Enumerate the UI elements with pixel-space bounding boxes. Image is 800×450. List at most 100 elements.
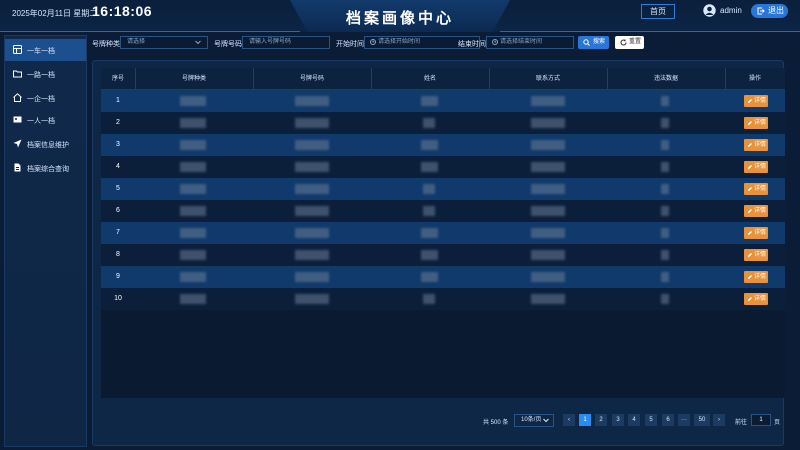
document-icon bbox=[14, 163, 21, 172]
redacted-plate-type bbox=[180, 206, 206, 216]
row-index: 1 bbox=[116, 97, 120, 104]
redacted-plate-number bbox=[295, 118, 329, 128]
detail-button[interactable]: 详情 bbox=[744, 249, 768, 261]
plate-type-label: 号牌种类 bbox=[92, 41, 120, 48]
redacted-plate-number bbox=[295, 250, 329, 260]
goto-label: 前往 bbox=[735, 420, 748, 426]
page-button-50[interactable]: 50 bbox=[694, 414, 710, 426]
detail-button[interactable]: 详情 bbox=[744, 227, 768, 239]
logout-button[interactable]: 退出 bbox=[751, 4, 788, 18]
redacted-violations bbox=[661, 206, 669, 216]
page-size-select[interactable]: 10条/页 bbox=[514, 414, 554, 427]
detail-label: 详情 bbox=[754, 164, 767, 170]
redacted-name bbox=[421, 96, 438, 106]
edit-icon bbox=[748, 209, 752, 213]
sidebar-item-file-maintenance[interactable]: 档案信息维护 bbox=[5, 133, 86, 155]
page-button-5[interactable]: 5 bbox=[645, 414, 657, 426]
sidebar-item-label: 档案信息维护 bbox=[27, 142, 69, 149]
edit-icon bbox=[748, 297, 752, 301]
detail-button[interactable]: 详情 bbox=[744, 183, 768, 195]
redacted-contact bbox=[531, 118, 565, 128]
page-ellipsis-button[interactable]: ··· bbox=[678, 414, 690, 426]
sidebar-item-person-file[interactable]: 一人一档 bbox=[5, 109, 86, 131]
table-row: 8 详情 bbox=[101, 244, 785, 266]
redacted-plate-type bbox=[180, 140, 206, 150]
detail-button[interactable]: 详情 bbox=[744, 117, 768, 129]
sidebar: 一车一档 一路一档 一企一档 一人一档 档案信息维护 档案综合查询 bbox=[4, 35, 87, 447]
user-name: admin bbox=[720, 6, 742, 15]
chevron-down-icon bbox=[543, 418, 549, 423]
row-index: 4 bbox=[116, 163, 120, 170]
redacted-contact bbox=[531, 206, 565, 216]
row-index: 8 bbox=[116, 251, 120, 258]
send-icon bbox=[13, 139, 22, 148]
redacted-plate-number bbox=[295, 228, 329, 238]
page-button-3[interactable]: 3 bbox=[612, 414, 624, 426]
reset-button[interactable]: 重置 bbox=[615, 36, 644, 49]
refresh-icon bbox=[620, 39, 627, 46]
detail-label: 详情 bbox=[754, 120, 767, 126]
redacted-name bbox=[421, 228, 438, 238]
avatar-icon[interactable] bbox=[703, 4, 716, 17]
redacted-plate-type bbox=[180, 162, 206, 172]
plate-number-input[interactable]: 请输入号牌号码 bbox=[242, 36, 330, 49]
end-time-picker[interactable]: 请选择结束时间 bbox=[486, 36, 574, 49]
sidebar-item-road-file[interactable]: 一路一档 bbox=[5, 63, 86, 85]
redacted-violations bbox=[661, 228, 669, 238]
search-button[interactable]: 搜索 bbox=[578, 36, 609, 49]
goto-page-input[interactable]: 1 bbox=[751, 414, 771, 426]
table-row: 9 详情 bbox=[101, 266, 785, 288]
search-label: 搜索 bbox=[593, 39, 606, 45]
sidebar-item-enterprise-file[interactable]: 一企一档 bbox=[5, 87, 86, 109]
redacted-name bbox=[421, 162, 438, 172]
redacted-plate-number bbox=[295, 294, 329, 304]
redacted-plate-number bbox=[295, 272, 329, 282]
redacted-violations bbox=[661, 294, 669, 304]
table-row: 4 详情 bbox=[101, 156, 785, 178]
detail-button[interactable]: 详情 bbox=[744, 205, 768, 217]
page-button-6[interactable]: 6 bbox=[662, 414, 674, 426]
redacted-plate-type bbox=[180, 228, 206, 238]
redacted-contact bbox=[531, 250, 565, 260]
header-plate-type: 号牌种类 bbox=[181, 76, 206, 82]
start-time-placeholder: 请选择开始时间 bbox=[378, 39, 421, 45]
redacted-name bbox=[423, 206, 435, 216]
clock-icon bbox=[492, 39, 498, 45]
detail-button[interactable]: 详情 bbox=[744, 293, 768, 305]
prev-page-button[interactable]: ‹ bbox=[563, 414, 575, 426]
plate-type-select[interactable]: 请选择 bbox=[120, 36, 208, 49]
sidebar-item-car-file[interactable]: 一车一档 bbox=[5, 39, 86, 61]
row-index: 10 bbox=[114, 295, 122, 302]
page-button-2[interactable]: 2 bbox=[595, 414, 607, 426]
redacted-name bbox=[423, 118, 435, 128]
header-contact: 联系方式 bbox=[535, 76, 560, 82]
detail-button[interactable]: 详情 bbox=[744, 271, 768, 283]
header-name: 姓名 bbox=[423, 76, 436, 82]
end-time-placeholder: 请选择结束时间 bbox=[500, 39, 543, 45]
detail-button[interactable]: 详情 bbox=[744, 95, 768, 107]
detail-button[interactable]: 详情 bbox=[744, 161, 768, 173]
redacted-violations bbox=[661, 272, 669, 282]
redacted-violations bbox=[661, 96, 669, 106]
plate-number-placeholder: 请输入号牌号码 bbox=[249, 39, 292, 45]
next-page-button[interactable]: › bbox=[713, 414, 725, 426]
table-row: 7 详情 bbox=[101, 222, 785, 244]
edit-icon bbox=[748, 165, 752, 169]
table-row: 2 详情 bbox=[101, 112, 785, 134]
redacted-plate-type bbox=[180, 250, 206, 260]
detail-label: 详情 bbox=[754, 230, 767, 236]
redacted-name bbox=[421, 250, 438, 260]
detail-label: 详情 bbox=[754, 186, 767, 192]
redacted-plate-number bbox=[295, 96, 329, 106]
redacted-violations bbox=[661, 184, 669, 194]
sidebar-item-file-query[interactable]: 档案综合查询 bbox=[5, 157, 86, 179]
page-button-4[interactable]: 4 bbox=[628, 414, 640, 426]
current-time: 16:18:06 bbox=[92, 3, 153, 19]
edit-icon bbox=[748, 99, 752, 103]
table-row: 10 详情 bbox=[101, 288, 785, 310]
detail-label: 详情 bbox=[754, 208, 767, 214]
page-button-1[interactable]: 1 bbox=[579, 414, 591, 426]
home-button[interactable]: 首页 bbox=[641, 4, 675, 19]
edit-icon bbox=[748, 121, 752, 125]
detail-button[interactable]: 详情 bbox=[744, 139, 768, 151]
